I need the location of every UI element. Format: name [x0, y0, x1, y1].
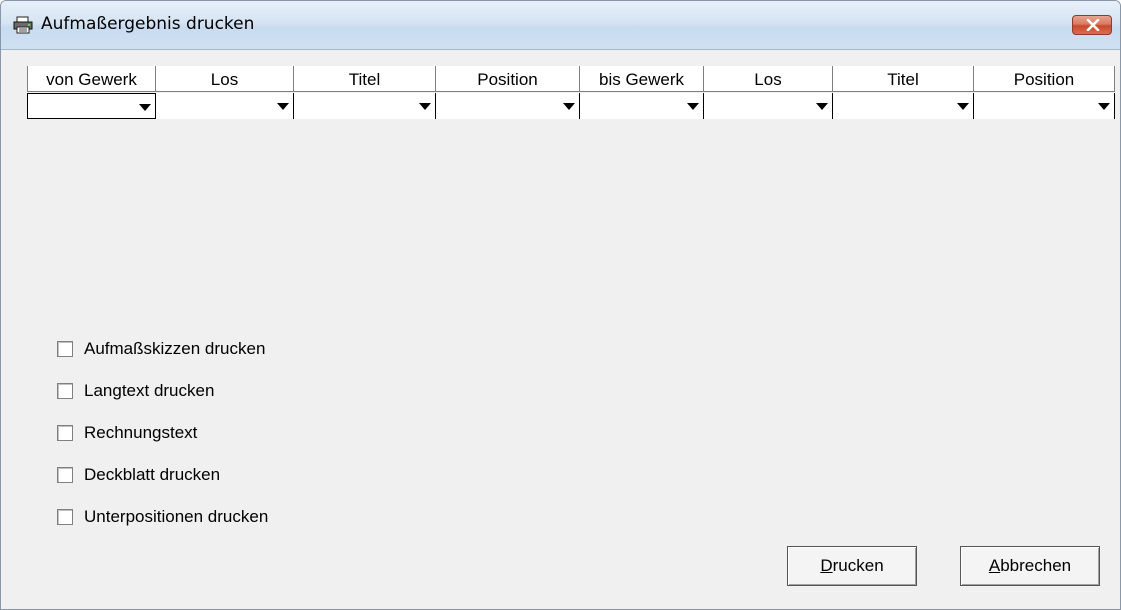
- header-bis-los: Los: [704, 66, 833, 92]
- checkbox[interactable]: [57, 467, 73, 483]
- option-label: Rechnungstext: [84, 423, 198, 442]
- chevron-down-icon[interactable]: [563, 103, 575, 110]
- checkbox[interactable]: [57, 425, 73, 441]
- chevron-down-icon[interactable]: [687, 103, 699, 110]
- von-position-dropdown[interactable]: [436, 93, 580, 119]
- von-titel-dropdown[interactable]: [294, 93, 436, 119]
- cancel-label-rest: bbrechen: [1000, 556, 1072, 575]
- option-label: Aufmaßskizzen drucken: [84, 339, 266, 358]
- cancel-mnemonic: A: [988, 556, 1001, 575]
- dialog-content: von Gewerk Los Titel Position bis Gewerk…: [1, 50, 1120, 609]
- option-label: Deckblatt drucken: [84, 465, 221, 484]
- close-icon: [1086, 19, 1100, 31]
- header-bis-gewerk: bis Gewerk: [580, 66, 704, 92]
- option-label: Langtext drucken: [84, 381, 215, 400]
- bis-titel-dropdown[interactable]: [833, 93, 974, 119]
- header-von-los: Los: [156, 66, 294, 92]
- print-dialog: Aufmaßergebnis drucken von Gewerk Los Ti…: [0, 0, 1121, 610]
- chevron-down-icon[interactable]: [816, 103, 828, 110]
- print-button[interactable]: Drucken: [787, 546, 917, 586]
- chevron-down-icon[interactable]: [1098, 103, 1110, 110]
- printer-icon: [13, 16, 33, 34]
- checkbox[interactable]: [57, 509, 73, 525]
- von-gewerk-dropdown[interactable]: [27, 93, 156, 119]
- bis-gewerk-dropdown[interactable]: [580, 93, 704, 119]
- header-bis-titel: Titel: [833, 66, 974, 92]
- chevron-down-icon[interactable]: [419, 103, 431, 110]
- close-button[interactable]: [1072, 15, 1112, 35]
- print-label-rest: rucken: [832, 556, 884, 575]
- chevron-down-icon[interactable]: [139, 104, 151, 111]
- option-label: Unterpositionen drucken: [84, 507, 269, 526]
- chevron-down-icon[interactable]: [957, 103, 969, 110]
- window-title: Aufmaßergebnis drucken: [41, 14, 255, 34]
- header-von-titel: Titel: [294, 66, 436, 92]
- title-bar[interactable]: Aufmaßergebnis drucken: [1, 1, 1120, 50]
- von-los-dropdown[interactable]: [156, 93, 294, 119]
- checkbox[interactable]: [57, 341, 73, 357]
- checkbox[interactable]: [57, 383, 73, 399]
- print-mnemonic: D: [820, 556, 833, 575]
- header-bis-position: Position: [974, 66, 1115, 92]
- chevron-down-icon[interactable]: [277, 103, 289, 110]
- range-selection-grid: von Gewerk Los Titel Position bis Gewerk…: [27, 66, 1115, 122]
- header-von-position: Position: [436, 66, 580, 92]
- cancel-button[interactable]: Abbrechen: [960, 546, 1100, 586]
- header-von-gewerk: von Gewerk: [27, 66, 156, 92]
- bis-position-dropdown[interactable]: [974, 93, 1115, 119]
- bis-los-dropdown[interactable]: [704, 93, 833, 119]
